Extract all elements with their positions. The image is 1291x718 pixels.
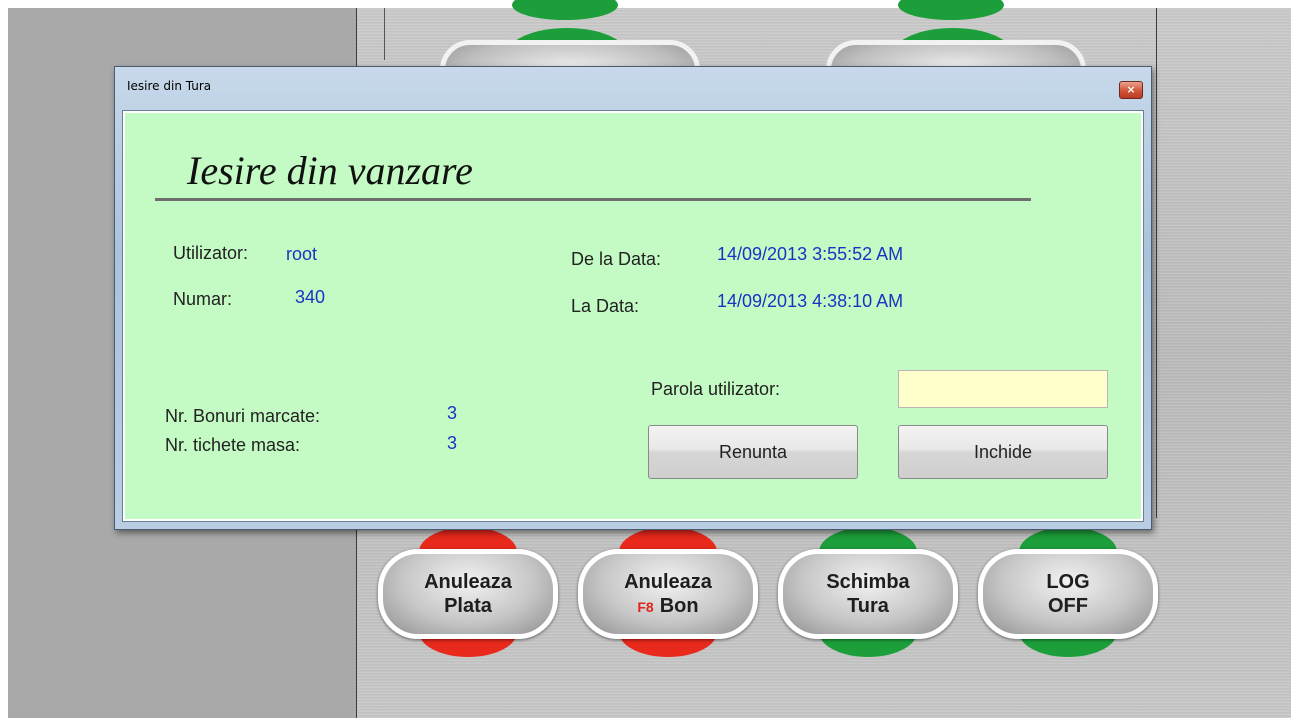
panel-divider [1156, 8, 1157, 518]
button-label-line1: Anuleaza [424, 571, 512, 593]
numar-label: Numar: [173, 289, 233, 309]
schimba-tura-button[interactable]: Schimba Tura [778, 527, 958, 657]
inchide-button[interactable]: Inchide [898, 425, 1108, 479]
anuleaza-plata-button[interactable]: Anuleaza Plata [378, 527, 558, 657]
button-label-line1: Anuleaza [624, 570, 712, 593]
button-label-line1: Schimba [826, 571, 910, 593]
utilizator-label: Utilizator: [173, 243, 249, 263]
renunta-button[interactable]: Renunta [648, 425, 858, 479]
schimba-tura-pill[interactable]: Schimba Tura [778, 549, 958, 639]
button-label-line2-row: F8 Bon [637, 594, 698, 619]
iesire-din-tura-dialog: Iesire din Tura × Iesire din vanzare Uti… [114, 66, 1152, 530]
page-title: Iesire din vanzare [187, 148, 473, 193]
button-label-line1: LOG [1046, 571, 1090, 593]
panel-divider-top [384, 8, 385, 60]
parola-label: Parola utilizator: [651, 379, 781, 399]
log-off-pill[interactable]: LOG OFF [978, 549, 1158, 639]
log-off-button[interactable]: LOG OFF [978, 527, 1158, 657]
heading-divider [155, 198, 1031, 201]
button-label-line2: Plata [444, 595, 492, 617]
numar-value: 340 [295, 287, 326, 307]
anuleaza-bon-pill[interactable]: Anuleaza F8 Bon [578, 549, 758, 639]
la-data-label: La Data: [571, 296, 640, 316]
password-field[interactable] [898, 370, 1108, 408]
anuleaza-bon-button[interactable]: Anuleaza F8 Bon [578, 527, 758, 657]
dialog-content: Iesire din vanzare Utilizator: root Numa… [122, 110, 1144, 522]
anuleaza-plata-pill[interactable]: Anuleaza Plata [378, 549, 558, 639]
utilizator-value: root [286, 244, 318, 264]
button-label-line2: Tura [847, 595, 889, 617]
de-la-data-value: 14/09/2013 3:55:52 AM [717, 244, 904, 264]
dialog-title: Iesire din Tura [127, 79, 212, 93]
nr-bonuri-value: 3 [447, 403, 458, 423]
button-label-line2: Bon [659, 594, 699, 617]
nr-tichete-label: Nr. tichete masa: [165, 435, 301, 455]
close-icon[interactable]: × [1119, 81, 1143, 99]
de-la-data-label: De la Data: [571, 249, 662, 269]
nr-tichete-value: 3 [447, 433, 458, 453]
la-data-value: 14/09/2013 4:38:10 AM [717, 291, 904, 311]
button-label-line2: OFF [1048, 595, 1088, 617]
f8-shortcut-label: F8 [637, 598, 654, 615]
nr-bonuri-label: Nr. Bonuri marcate: [165, 406, 321, 426]
